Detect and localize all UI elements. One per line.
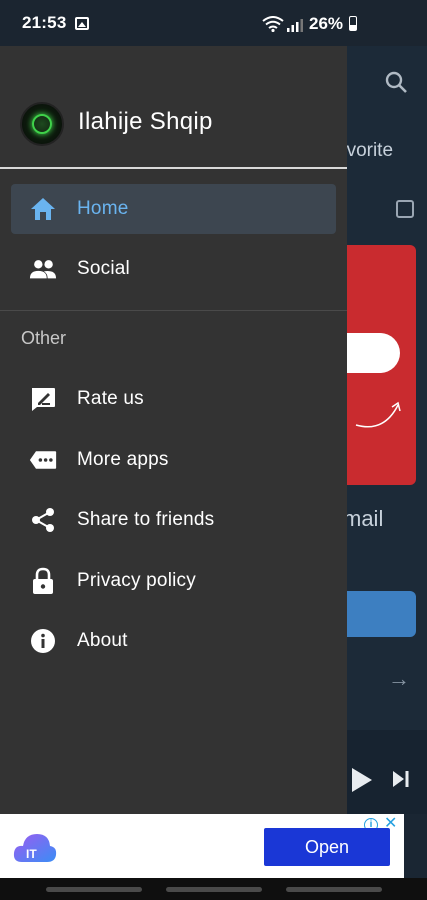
- more-apps-icon: [29, 446, 57, 474]
- share-icon: [29, 506, 57, 534]
- nav-label-share: Share to friends: [77, 509, 215, 530]
- arrow-right-icon[interactable]: →: [388, 666, 410, 692]
- lock-icon: [29, 567, 57, 595]
- nav-label-more-apps: More apps: [77, 449, 169, 470]
- people-icon: [29, 255, 57, 283]
- small-square-icon: [396, 200, 414, 218]
- image-notification-icon: [75, 16, 90, 30]
- nav-label-social: Social: [77, 258, 130, 279]
- ad-app-logo: IT: [13, 834, 57, 862]
- status-time: 21:53: [22, 13, 67, 32]
- app-title: Ilahije Shqip: [78, 108, 213, 135]
- nav-item-social[interactable]: Social: [11, 244, 336, 294]
- rate-icon: [29, 385, 57, 413]
- nav-label-privacy: Privacy policy: [77, 570, 196, 591]
- drawer-header: Ilahije Shqip: [0, 46, 347, 169]
- system-nav-bar: [0, 878, 427, 900]
- nav-item-more-apps[interactable]: More apps: [11, 435, 336, 485]
- logo-ring: [32, 114, 52, 134]
- nav-handle-right[interactable]: [286, 887, 382, 892]
- promo-arrow: [355, 401, 401, 428]
- nav-handle-left[interactable]: [46, 887, 142, 892]
- home-icon: [29, 195, 57, 223]
- info-icon: [29, 627, 57, 655]
- ad-open-button[interactable]: Open: [264, 828, 390, 866]
- nav-handle-center[interactable]: [166, 887, 262, 892]
- nav-label-rate-us: Rate us: [77, 388, 144, 409]
- nav-label-about: About: [77, 630, 128, 651]
- navigation-drawer: Ilahije Shqip Home Social Other Rate us …: [0, 46, 347, 814]
- search-icon[interactable]: [384, 70, 408, 94]
- nav-label-home: Home: [77, 198, 129, 219]
- ad-banner[interactable]: IT i ✕ Open: [0, 814, 404, 878]
- nav-item-home[interactable]: Home: [11, 184, 336, 234]
- nav-item-share[interactable]: Share to friends: [11, 495, 336, 545]
- status-bar: 21:53: [0, 0, 427, 46]
- nav-item-rate-us[interactable]: Rate us: [11, 374, 336, 424]
- nav-item-privacy[interactable]: Privacy policy: [11, 556, 336, 606]
- email-text: mail: [343, 506, 384, 531]
- app-logo: [20, 102, 64, 146]
- drawer-divider: [0, 310, 347, 311]
- svg-text:IT: IT: [26, 847, 37, 861]
- skip-next-icon[interactable]: [392, 770, 410, 788]
- play-icon[interactable]: [352, 768, 372, 792]
- section-header-other: Other: [21, 328, 67, 348]
- nav-item-about[interactable]: About: [11, 616, 336, 666]
